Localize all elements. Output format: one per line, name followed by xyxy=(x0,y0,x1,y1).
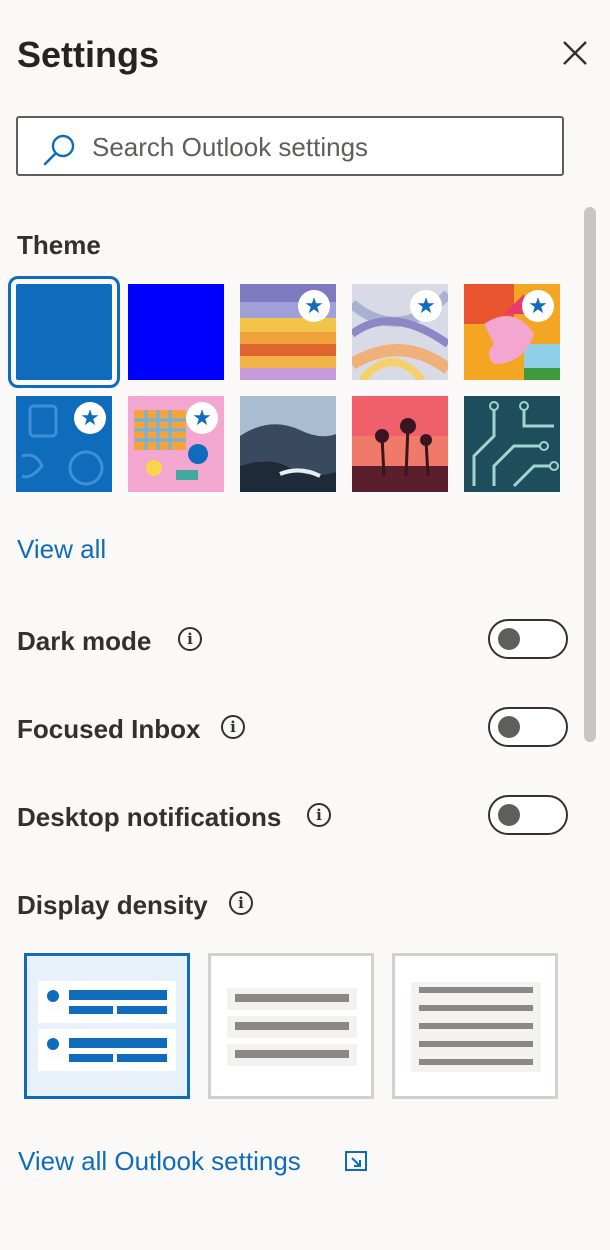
theme-tile-sports-blue[interactable]: ★ xyxy=(16,396,112,492)
theme-art-mountain xyxy=(240,396,336,492)
search-input[interactable] xyxy=(90,126,554,168)
theme-tile-circuit[interactable] xyxy=(464,396,560,492)
density-compact-preview xyxy=(411,982,541,1072)
theme-tile-palms[interactable] xyxy=(352,396,448,492)
dark-mode-toggle[interactable] xyxy=(488,619,568,659)
density-full-preview xyxy=(38,981,176,1071)
toggle-knob xyxy=(498,628,520,650)
density-option-medium[interactable] xyxy=(208,953,374,1099)
theme-art-palms xyxy=(352,396,448,492)
density-option-full[interactable] xyxy=(24,953,190,1099)
desktop-notifications-label: Desktop notifications xyxy=(17,802,282,832)
toggle-knob xyxy=(498,804,520,826)
dark-mode-info-icon[interactable]: i xyxy=(178,627,202,651)
density-medium-preview xyxy=(227,988,357,1066)
open-in-new-window-icon[interactable] xyxy=(344,1150,368,1172)
focused-inbox-label: Focused Inbox xyxy=(17,714,201,744)
premium-star-icon: ★ xyxy=(74,402,106,434)
desktop-notifications-toggle[interactable] xyxy=(488,795,568,835)
page-title: Settings xyxy=(17,34,160,75)
close-icon xyxy=(563,41,587,65)
premium-star-icon: ★ xyxy=(410,290,442,322)
display-density-info-icon[interactable]: i xyxy=(229,891,253,915)
density-option-compact[interactable] xyxy=(392,953,558,1099)
theme-art-circuit xyxy=(464,396,560,492)
focused-inbox-toggle[interactable] xyxy=(488,707,568,747)
theme-tile-sunset-stripes[interactable]: ★ xyxy=(240,284,336,380)
close-button[interactable] xyxy=(558,36,592,70)
theme-tile-picnic[interactable]: ★ xyxy=(128,396,224,492)
premium-star-icon: ★ xyxy=(186,402,218,434)
premium-star-icon: ★ xyxy=(298,290,330,322)
scrollbar-thumb[interactable] xyxy=(584,207,596,742)
toggle-knob xyxy=(498,716,520,738)
search-box[interactable] xyxy=(16,116,564,176)
theme-tile-dragon[interactable]: ★ xyxy=(464,284,560,380)
theme-tile-mountain[interactable] xyxy=(240,396,336,492)
focused-inbox-info-icon[interactable]: i xyxy=(221,715,245,739)
dark-mode-label: Dark mode xyxy=(17,626,152,656)
display-density-label: Display density xyxy=(17,890,208,920)
view-all-outlook-settings-link[interactable]: View all Outlook settings xyxy=(18,1146,301,1177)
theme-tile-solid-blue[interactable] xyxy=(8,276,120,388)
theme-tile-ribbons[interactable]: ★ xyxy=(352,284,448,380)
theme-heading: Theme xyxy=(17,230,101,260)
search-icon xyxy=(43,134,75,166)
theme-tile-bright-blue[interactable] xyxy=(128,284,224,380)
theme-view-all-link[interactable]: View all xyxy=(17,534,106,565)
premium-star-icon: ★ xyxy=(522,290,554,322)
desktop-notifications-info-icon[interactable]: i xyxy=(307,803,331,827)
